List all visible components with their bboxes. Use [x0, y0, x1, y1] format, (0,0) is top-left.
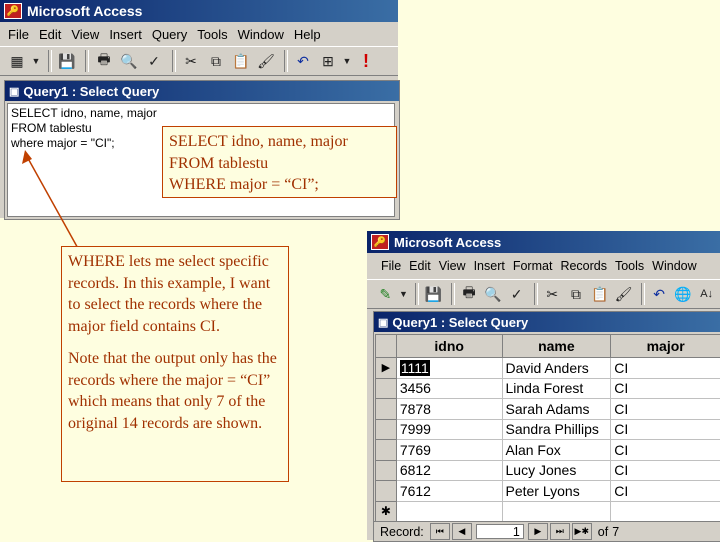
row-selector[interactable]: [376, 481, 397, 502]
menu-view[interactable]: View: [439, 259, 466, 273]
cell-idno[interactable]: [396, 501, 502, 522]
new-record-button[interactable]: ▶✱: [572, 523, 592, 540]
menu-insert[interactable]: Insert: [474, 259, 505, 273]
cell-idno-value: 1111: [400, 360, 430, 376]
cell-name[interactable]: [502, 501, 611, 522]
window-2-title: Microsoft Access: [394, 235, 501, 250]
column-header-major[interactable]: major: [611, 335, 720, 358]
of-label: of: [598, 525, 608, 539]
design-view-icon[interactable]: ✎: [375, 283, 396, 305]
menu-edit[interactable]: Edit: [409, 259, 431, 273]
datasheet-title: Query1 : Select Query: [392, 315, 528, 330]
table-row[interactable]: 7612 Peter Lyons CI: [376, 481, 720, 502]
new-record-row[interactable]: ✱: [376, 501, 720, 522]
previous-record-button[interactable]: ◀: [452, 523, 472, 540]
cut-icon[interactable]: ✂: [542, 283, 563, 305]
format-painter-icon[interactable]: 🖌: [613, 283, 634, 305]
corner-cell[interactable]: [376, 335, 397, 358]
cell-idno[interactable]: 7878: [396, 399, 502, 420]
cell-idno[interactable]: 3456: [396, 378, 502, 399]
table-row[interactable]: 7999 Sandra Phillips CI: [376, 419, 720, 440]
cell-major[interactable]: CI: [611, 399, 720, 420]
cell-idno[interactable]: 7999: [396, 419, 502, 440]
sort-icon[interactable]: A↓: [696, 283, 717, 305]
spelling-icon[interactable]: ✓: [506, 283, 527, 305]
table-row[interactable]: 6812 Lucy Jones CI: [376, 460, 720, 481]
menu-window[interactable]: Window: [652, 259, 696, 273]
note-paragraph-1: WHERE lets me select specific records. I…: [68, 251, 282, 337]
cell-idno[interactable]: 7612: [396, 481, 502, 502]
menu-tools[interactable]: Tools: [615, 259, 644, 273]
window-2-menubar: File Edit View Insert Format Records Too…: [367, 253, 720, 279]
cell-major[interactable]: CI: [611, 481, 720, 502]
table-row[interactable]: 7769 Alan Fox CI: [376, 440, 720, 461]
print-icon[interactable]: 🖶: [459, 283, 480, 305]
print-preview-icon[interactable]: 🔍: [482, 283, 503, 305]
undo-icon[interactable]: ↶: [649, 283, 670, 305]
table-row[interactable]: 3456 Linda Forest CI: [376, 378, 720, 399]
last-record-button[interactable]: ⏭: [550, 523, 570, 540]
cell-idno[interactable]: 1111: [396, 358, 502, 379]
window-2-toolbar: ✎ ▼ 💾 🖶 🔍 ✓ ✂ ⧉ 📋 🖌 ↶ 🌐 A↓: [367, 279, 720, 309]
row-selector[interactable]: [376, 460, 397, 481]
cell-name[interactable]: Alan Fox: [502, 440, 611, 461]
cell-major[interactable]: CI: [611, 460, 720, 481]
query-icon: ▣: [378, 316, 388, 329]
note-paragraph-2: Note that the output only has the record…: [68, 348, 282, 434]
current-record-indicator-icon[interactable]: ▶: [376, 358, 397, 379]
cell-name[interactable]: Peter Lyons: [502, 481, 611, 502]
cell-major[interactable]: CI: [611, 358, 720, 379]
menu-file[interactable]: File: [381, 259, 401, 273]
window-2-titlebar[interactable]: 🔑 Microsoft Access: [367, 231, 720, 253]
cell-idno[interactable]: 7769: [396, 440, 502, 461]
record-navigator: Record: ⏮ ◀ 1 ▶ ⏭ ▶✱ of 7: [374, 521, 720, 541]
row-selector[interactable]: [376, 419, 397, 440]
row-selector[interactable]: [376, 399, 397, 420]
next-record-button[interactable]: ▶: [528, 523, 548, 540]
table-row[interactable]: 7878 Sarah Adams CI: [376, 399, 720, 420]
save-icon[interactable]: 💾: [423, 283, 444, 305]
total-records: 7: [612, 525, 619, 539]
web-icon[interactable]: 🌐: [673, 283, 694, 305]
cell-name[interactable]: Linda Forest: [502, 378, 611, 399]
record-label: Record:: [380, 525, 424, 539]
header-row: idno name major: [376, 335, 720, 358]
row-selector[interactable]: [376, 378, 397, 399]
results-grid: idno name major ▶ 1111 David Anders CI 3…: [375, 334, 720, 522]
menu-records[interactable]: Records: [560, 259, 607, 273]
row-selector[interactable]: [376, 440, 397, 461]
copy-icon[interactable]: ⧉: [566, 283, 587, 305]
cell-name[interactable]: Sarah Adams: [502, 399, 611, 420]
cell-major[interactable]: CI: [611, 419, 720, 440]
cell-major[interactable]: [611, 501, 720, 522]
cell-major[interactable]: CI: [611, 440, 720, 461]
column-header-name[interactable]: name: [502, 335, 611, 358]
cell-name[interactable]: Sandra Phillips: [502, 419, 611, 440]
new-record-icon[interactable]: ✱: [376, 501, 397, 522]
table-row[interactable]: ▶ 1111 David Anders CI: [376, 358, 720, 379]
cell-name[interactable]: David Anders: [502, 358, 611, 379]
cell-major[interactable]: CI: [611, 378, 720, 399]
explanation-note: WHERE lets me select specific records. I…: [61, 246, 289, 482]
access-key-icon: 🔑: [371, 234, 389, 250]
cell-idno[interactable]: 6812: [396, 460, 502, 481]
access-window-2: 🔑 Microsoft Access File Edit View Insert…: [367, 231, 720, 540]
cell-name[interactable]: Lucy Jones: [502, 460, 611, 481]
current-record-field[interactable]: 1: [476, 524, 524, 539]
paste-icon[interactable]: 📋: [589, 283, 610, 305]
menu-format[interactable]: Format: [513, 259, 553, 273]
datasheet-titlebar[interactable]: ▣ Query1 : Select Query: [374, 312, 720, 332]
datasheet-window: ▣ Query1 : Select Query idno name major …: [373, 311, 720, 542]
first-record-button[interactable]: ⏮: [430, 523, 450, 540]
dropdown-arrow-icon[interactable]: ▼: [399, 283, 408, 305]
column-header-idno[interactable]: idno: [396, 335, 502, 358]
